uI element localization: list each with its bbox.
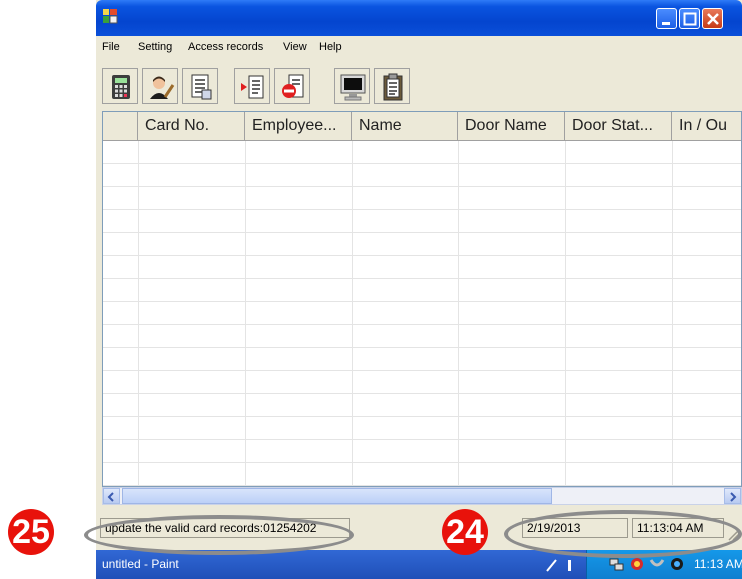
menu-access-records[interactable]: Access records (188, 41, 263, 53)
column-header-card-no[interactable]: Card No. (138, 112, 245, 140)
antivirus-icon[interactable] (649, 556, 665, 572)
user-edit-icon (150, 76, 175, 99)
minimize-button[interactable] (656, 8, 677, 29)
column-header-selector[interactable] (103, 112, 138, 140)
table-row[interactable] (103, 371, 741, 394)
monitor-icon (340, 74, 366, 101)
chevron-right-icon (730, 492, 737, 502)
network-icon[interactable] (609, 556, 625, 572)
table-row[interactable] (103, 210, 741, 233)
table-row[interactable] (103, 440, 741, 463)
clipboard-icon (383, 73, 403, 101)
app-icon (103, 9, 118, 24)
close-icon (707, 13, 719, 25)
table-row[interactable] (103, 187, 741, 210)
column-header-door-status[interactable]: Door Stat... (565, 112, 672, 140)
column-header-door-name[interactable]: Door Name (458, 112, 565, 140)
maximize-icon (683, 12, 697, 26)
taskbar-clock[interactable]: 11:13 AM (694, 557, 742, 571)
table-row[interactable] (103, 302, 741, 325)
table-row[interactable] (103, 417, 741, 440)
title-bar[interactable] (96, 0, 742, 36)
column-header-employee[interactable]: Employee... (245, 112, 352, 140)
toolbar (96, 58, 742, 110)
menu-view[interactable]: View (283, 41, 307, 53)
grid-header: Card No. Employee... Name Door Name Door… (103, 112, 741, 141)
delete-records-button[interactable] (274, 68, 310, 104)
table-row[interactable] (103, 164, 741, 187)
import-records-icon (241, 75, 264, 99)
menu-help[interactable]: Help (319, 41, 342, 53)
scroll-left-button[interactable] (103, 488, 120, 504)
grid-line (138, 141, 139, 486)
chevron-left-icon (107, 492, 114, 502)
taskbar-item-paint[interactable]: untitled - Paint (98, 553, 248, 576)
clipboard-button[interactable] (374, 68, 410, 104)
import-records-button[interactable] (234, 68, 270, 104)
menu-bar: File Setting Access records View Help (96, 36, 742, 58)
horizontal-scrollbar[interactable] (102, 487, 742, 505)
document-list-icon (191, 74, 212, 100)
callout-number-25: 25 (8, 509, 54, 555)
callout-number-24: 24 (442, 509, 488, 555)
access-control-window: File Setting Access records View Help Ca… (96, 0, 742, 550)
table-row[interactable] (103, 348, 741, 371)
table-row[interactable] (103, 463, 741, 486)
column-header-name[interactable]: Name (352, 112, 458, 140)
monitor-button[interactable] (334, 68, 370, 104)
delete-records-icon (282, 74, 304, 98)
table-row[interactable] (103, 141, 741, 164)
table-row[interactable] (103, 394, 741, 417)
close-button[interactable] (702, 8, 723, 29)
maximize-button[interactable] (679, 8, 700, 29)
table-row[interactable] (103, 325, 741, 348)
table-row[interactable] (103, 233, 741, 256)
calculator-button[interactable] (102, 68, 138, 104)
menu-setting[interactable]: Setting (138, 41, 172, 53)
column-header-in-out[interactable]: In / Ou (672, 112, 741, 140)
records-grid[interactable]: Card No. Employee... Name Door Name Door… (102, 111, 742, 487)
callout-highlight-status-message (84, 515, 354, 555)
table-row[interactable] (103, 279, 741, 302)
grid-line (352, 141, 353, 486)
tray-tools-icon[interactable] (544, 556, 580, 574)
table-row[interactable] (103, 256, 741, 279)
scroll-thumb[interactable] (122, 488, 552, 504)
grid-line (458, 141, 459, 486)
volume-icon[interactable] (669, 556, 685, 572)
grid-line (672, 141, 673, 486)
menu-file[interactable]: File (102, 41, 120, 53)
user-edit-button[interactable] (142, 68, 178, 104)
security-shield-icon[interactable] (629, 556, 645, 572)
minimize-icon (662, 22, 670, 25)
grid-line (245, 141, 246, 486)
grid-body[interactable] (103, 141, 741, 486)
callout-highlight-date-time (504, 510, 742, 558)
document-list-button[interactable] (182, 68, 218, 104)
grid-line (565, 141, 566, 486)
calculator-icon (112, 75, 130, 99)
scroll-right-button[interactable] (724, 488, 741, 504)
